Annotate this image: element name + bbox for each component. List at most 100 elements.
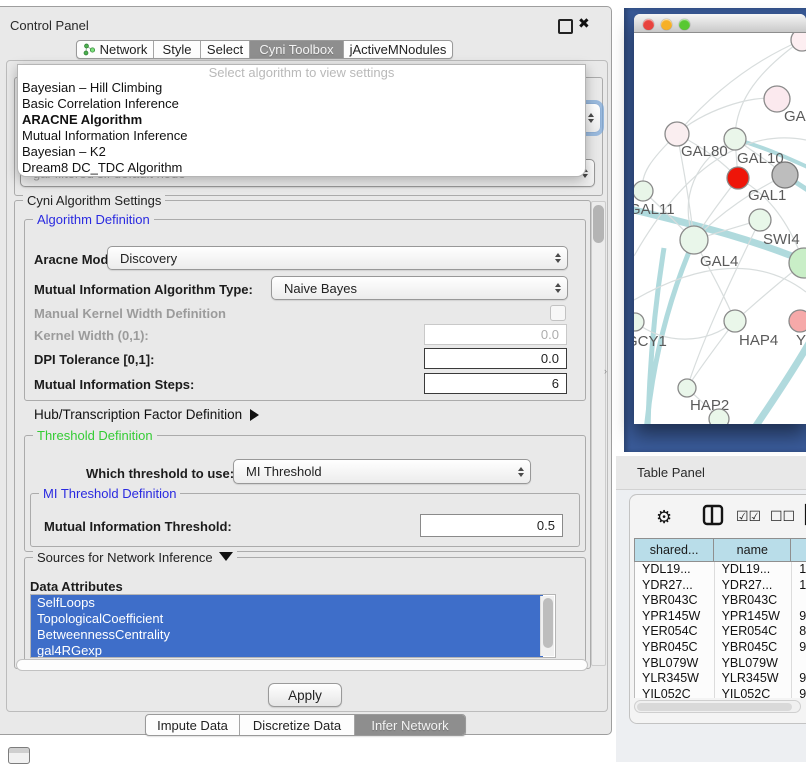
network-node[interactable] bbox=[634, 313, 644, 331]
algorithm-option[interactable]: Bayesian – K2 bbox=[18, 144, 585, 160]
data-attributes-list[interactable]: SelfLoopsTopologicalCoefficientBetweenne… bbox=[30, 594, 556, 658]
tab-cyni-toolbox[interactable]: Cyni Toolbox bbox=[249, 41, 343, 58]
table-panel-title: Table Panel bbox=[637, 465, 705, 480]
network-node[interactable] bbox=[678, 379, 696, 397]
table-cell: YER054C bbox=[714, 624, 792, 640]
vertical-scrollbar[interactable] bbox=[591, 201, 606, 666]
attributes-scrollbar[interactable] bbox=[540, 596, 554, 656]
tab-discretize-data[interactable]: Discretize Data bbox=[239, 715, 354, 735]
bottom-tabs: Impute Data Discretize Data Infer Networ… bbox=[145, 714, 466, 736]
data-attributes-label: Data Attributes bbox=[30, 579, 123, 594]
tab-style[interactable]: Style bbox=[153, 41, 200, 58]
float-window-icon[interactable] bbox=[558, 19, 573, 34]
scrollbar-thumb[interactable] bbox=[637, 703, 792, 711]
table-header-row: shared... name bbox=[634, 538, 806, 562]
algorithm-option[interactable]: Dream8 DC_TDC Algorithm bbox=[18, 160, 585, 176]
mi-type-combo[interactable]: Naive Bayes bbox=[271, 276, 568, 300]
minimize-traffic-light-icon[interactable] bbox=[661, 19, 672, 30]
table-row[interactable]: YBL079WYBL079W bbox=[635, 656, 806, 672]
tab-label: Select bbox=[207, 42, 243, 57]
mi-threshold-field[interactable]: 0.5 bbox=[420, 514, 563, 537]
algorithm-option[interactable]: ARACNE Algorithm bbox=[18, 112, 585, 128]
hub-section-toggle[interactable]: Hub/Transcription Factor Definition bbox=[34, 407, 259, 422]
network-node[interactable] bbox=[727, 167, 749, 189]
tab-infer-network[interactable]: Infer Network bbox=[354, 715, 465, 735]
mi-steps-label: Mutual Information Steps: bbox=[34, 377, 194, 392]
checked-boxes-icon[interactable]: ☑☑ bbox=[736, 508, 761, 525]
attribute-item-selected[interactable]: TopologicalCoefficient bbox=[31, 611, 543, 627]
table-cell: YBR045C bbox=[714, 640, 792, 656]
tab-select[interactable]: Select bbox=[200, 41, 249, 58]
aracne-mode-combo[interactable]: Discovery bbox=[107, 246, 568, 270]
network-node[interactable] bbox=[791, 33, 806, 51]
network-node[interactable] bbox=[634, 181, 653, 201]
field-value: 0.0 bbox=[541, 327, 559, 342]
network-node[interactable] bbox=[680, 226, 708, 254]
network-node[interactable] bbox=[709, 409, 729, 424]
table-row[interactable]: YDL19...YDL19...13 bbox=[635, 562, 806, 578]
network-node[interactable] bbox=[789, 310, 806, 332]
close-icon[interactable]: ✖ bbox=[578, 15, 590, 32]
network-canvas[interactable]: GALGAL80GAL10GAL1GAL11SWI4GAL4GCY1HAP4YH… bbox=[634, 33, 806, 424]
combo-value: MI Threshold bbox=[246, 464, 322, 479]
table-row[interactable]: YDR27...YDR27...12 bbox=[635, 578, 806, 594]
manual-kernel-label: Manual Kernel Width Definition bbox=[34, 306, 226, 321]
zoom-traffic-light-icon[interactable] bbox=[679, 19, 690, 30]
minimized-window-icon[interactable] bbox=[8, 747, 30, 764]
split-pane-handle[interactable]: › bbox=[604, 366, 607, 376]
algorithm-option[interactable]: Bayesian – Hill Climbing bbox=[18, 80, 585, 96]
column-header[interactable] bbox=[790, 539, 806, 561]
which-threshold-label: Which threshold to use: bbox=[86, 466, 234, 481]
attribute-item-selected[interactable]: gal4RGexp bbox=[31, 643, 543, 658]
stepper-icon bbox=[518, 467, 524, 477]
close-traffic-light-icon[interactable] bbox=[643, 19, 654, 30]
node-label: Y bbox=[796, 332, 806, 349]
table-cell: YIL052C bbox=[714, 687, 792, 698]
columns-icon[interactable] bbox=[702, 504, 724, 526]
network-node[interactable] bbox=[724, 128, 746, 150]
unchecked-boxes-icon[interactable]: ☐☐ bbox=[770, 508, 795, 525]
table-row[interactable]: YBR045CYBR045C9. bbox=[635, 640, 806, 656]
dpi-tolerance-field[interactable]: 0.0 bbox=[424, 348, 567, 369]
table-row[interactable]: YER054CYER054C8. bbox=[635, 624, 806, 640]
algorithm-option[interactable]: Basic Correlation Inference bbox=[18, 96, 585, 112]
network-node[interactable] bbox=[749, 209, 771, 231]
stepper-icon bbox=[555, 253, 561, 263]
table-cell: YBR043C bbox=[635, 593, 714, 609]
hub-section-label: Hub/Transcription Factor Definition bbox=[34, 407, 242, 422]
table-row[interactable]: YBR043CYBR043C bbox=[635, 593, 806, 609]
mi-steps-field[interactable]: 6 bbox=[424, 373, 567, 394]
network-node[interactable] bbox=[772, 162, 798, 188]
tab-network[interactable]: Network bbox=[77, 41, 153, 58]
tab-impute-data[interactable]: Impute Data bbox=[146, 715, 239, 735]
table-row[interactable]: YLR345WYLR345W9. bbox=[635, 671, 806, 687]
column-header[interactable]: shared... bbox=[635, 539, 713, 561]
kernel-width-field[interactable]: 0.0 bbox=[424, 324, 567, 345]
gear-icon[interactable]: ⚙ bbox=[656, 506, 672, 528]
tab-label: Discretize Data bbox=[253, 718, 341, 733]
node-label: GAL80 bbox=[681, 143, 728, 160]
column-header[interactable]: name bbox=[713, 539, 790, 561]
table-cell bbox=[791, 656, 806, 672]
algorithm-option[interactable]: Mutual Information Inference bbox=[18, 128, 585, 144]
attribute-item-selected[interactable]: SelfLoops bbox=[31, 595, 543, 611]
which-threshold-combo[interactable]: MI Threshold bbox=[233, 459, 531, 484]
network-node[interactable] bbox=[724, 310, 746, 332]
apply-button[interactable]: Apply bbox=[268, 683, 342, 707]
table-cell: YBL079W bbox=[635, 656, 714, 672]
table-row[interactable]: YPR145WYPR145W9. bbox=[635, 609, 806, 625]
table-cell: 13 bbox=[791, 562, 806, 578]
group-title: Cyni Algorithm Settings bbox=[23, 193, 165, 208]
network-window-titlebar[interactable] bbox=[634, 14, 806, 33]
table-horizontal-scrollbar[interactable] bbox=[634, 700, 801, 713]
scrollbar-thumb[interactable] bbox=[543, 598, 553, 648]
table-row[interactable]: YIL052CYIL052C9 bbox=[635, 687, 806, 698]
table-cell: YER054C bbox=[635, 624, 714, 640]
algorithm-list: Bayesian – Hill ClimbingBasic Correlatio… bbox=[18, 80, 585, 176]
manual-kernel-checkbox[interactable] bbox=[550, 305, 566, 321]
tab-jactivemnodules[interactable]: jActiveMNodules bbox=[343, 41, 452, 58]
stepper-icon bbox=[588, 113, 594, 123]
horizontal-scrollbar[interactable] bbox=[16, 659, 588, 671]
scrollbar-thumb[interactable] bbox=[593, 205, 604, 243]
attribute-item-selected[interactable]: BetweennessCentrality bbox=[31, 627, 543, 643]
